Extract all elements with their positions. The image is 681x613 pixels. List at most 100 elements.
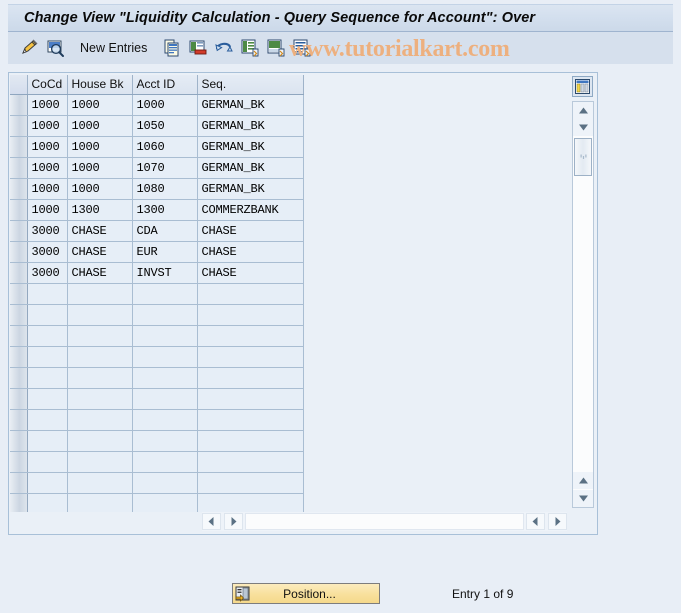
row-selector[interactable] [10,283,28,305]
table-cell[interactable]: GERMAN_BK [197,178,304,200]
table-cell-empty[interactable] [197,304,304,326]
scroll-page-down-button[interactable] [573,490,593,507]
table-row-empty[interactable] [10,346,304,368]
table-row[interactable]: 3000 CHASE INVST CHASE [10,262,304,284]
row-selector[interactable] [10,409,28,431]
table-cell-empty[interactable] [67,346,133,368]
horizontal-scrollbar-track[interactable] [245,513,524,530]
table-row-empty[interactable] [10,472,304,494]
table-cell-empty[interactable] [67,304,133,326]
row-selector[interactable] [10,262,28,284]
select-all-column-header[interactable] [10,75,28,95]
display-mode-icon[interactable] [44,37,66,59]
position-button[interactable]: Position... [232,583,380,604]
table-cell[interactable]: 1000 [67,94,133,116]
horizontal-scrollbar[interactable] [202,512,567,531]
table-cell-empty[interactable] [197,367,304,389]
table-row-empty[interactable] [10,325,304,347]
table-cell-empty[interactable] [132,430,198,452]
table-cell[interactable]: CHASE [67,220,133,242]
table-cell[interactable]: 1050 [132,115,198,137]
table-cell[interactable]: 1080 [132,178,198,200]
table-cell-empty[interactable] [132,325,198,347]
table-cell[interactable]: 1300 [132,199,198,221]
table-row[interactable]: 1000 1000 1070 GERMAN_BK [10,157,304,179]
table-cell[interactable]: 3000 [27,262,68,284]
deselect-all-icon[interactable] [265,37,287,59]
table-cell-empty[interactable] [197,451,304,473]
table-row[interactable]: 1000 1000 1000 GERMAN_BK [10,94,304,116]
scroll-up-button[interactable] [573,102,593,119]
table-cell-empty[interactable] [27,325,68,347]
table-cell-empty[interactable] [67,367,133,389]
scroll-page-up-button[interactable] [573,472,593,489]
table-cell-empty[interactable] [27,409,68,431]
column-configuration-icon[interactable] [572,76,593,97]
table-cell[interactable]: 1000 [67,157,133,179]
change-mode-icon[interactable] [18,37,40,59]
table-cell-empty[interactable] [132,283,198,305]
table-cell-empty[interactable] [27,430,68,452]
table-row[interactable]: 3000 CHASE CDA CHASE [10,220,304,242]
table-row-empty[interactable] [10,283,304,305]
hscroll-page-right-button[interactable] [548,513,567,530]
table-row[interactable]: 1000 1300 1300 COMMERZBANK [10,199,304,221]
table-cell-empty[interactable] [27,283,68,305]
column-header-acctid[interactable]: Acct ID [132,75,198,95]
delete-icon[interactable] [187,37,209,59]
table-row[interactable]: 1000 1000 1050 GERMAN_BK [10,115,304,137]
table-row[interactable]: 1000 1000 1060 GERMAN_BK [10,136,304,158]
table-cell-empty[interactable] [132,472,198,494]
table-cell-empty[interactable] [67,325,133,347]
table-cell-empty[interactable] [132,409,198,431]
table-cell[interactable]: CHASE [67,241,133,263]
row-selector[interactable] [10,367,28,389]
undo-icon[interactable] [213,37,235,59]
column-header-seq[interactable]: Seq. [197,75,304,95]
table-cell-empty[interactable] [67,472,133,494]
table-cell[interactable]: GERMAN_BK [197,157,304,179]
table-row[interactable]: 1000 1000 1080 GERMAN_BK [10,178,304,200]
table-cell-empty[interactable] [27,493,68,512]
table-cell[interactable]: 1060 [132,136,198,158]
table-cell[interactable]: 3000 [27,220,68,242]
table-row-empty[interactable] [10,367,304,389]
table-cell[interactable]: GERMAN_BK [197,136,304,158]
table-cell-empty[interactable] [197,409,304,431]
column-header-housebk[interactable]: House Bk [67,75,133,95]
table-cell[interactable]: GERMAN_BK [197,94,304,116]
table-cell[interactable]: 1000 [132,94,198,116]
table-row-empty[interactable] [10,304,304,326]
table-cell[interactable]: CHASE [67,262,133,284]
table-cell[interactable]: 1300 [67,199,133,221]
table-row[interactable]: 3000 CHASE EUR CHASE [10,241,304,263]
table-cell-empty[interactable] [132,493,198,512]
table-cell-empty[interactable] [197,493,304,512]
row-selector[interactable] [10,493,28,512]
row-selector[interactable] [10,199,28,221]
table-cell[interactable]: CDA [132,220,198,242]
table-cell-empty[interactable] [132,346,198,368]
table-cell-empty[interactable] [132,451,198,473]
table-cell[interactable]: 1000 [27,115,68,137]
table-cell[interactable]: GERMAN_BK [197,115,304,137]
table-cell-empty[interactable] [67,451,133,473]
table-row-empty[interactable] [10,430,304,452]
select-block-icon[interactable] [291,37,313,59]
hscroll-right-button[interactable] [224,513,243,530]
row-selector[interactable] [10,304,28,326]
table-cell[interactable]: 1000 [27,157,68,179]
row-selector[interactable] [10,178,28,200]
row-selector[interactable] [10,346,28,368]
table-cell[interactable]: 1000 [67,178,133,200]
copy-icon[interactable] [161,37,183,59]
row-selector[interactable] [10,325,28,347]
row-selector[interactable] [10,241,28,263]
row-selector[interactable] [10,220,28,242]
column-header-cocd[interactable]: CoCd [27,75,68,95]
table-cell-empty[interactable] [67,388,133,410]
hscroll-left-button[interactable] [202,513,221,530]
table-cell-empty[interactable] [27,367,68,389]
table-cell[interactable]: CHASE [197,262,304,284]
table-cell[interactable]: 1000 [67,115,133,137]
